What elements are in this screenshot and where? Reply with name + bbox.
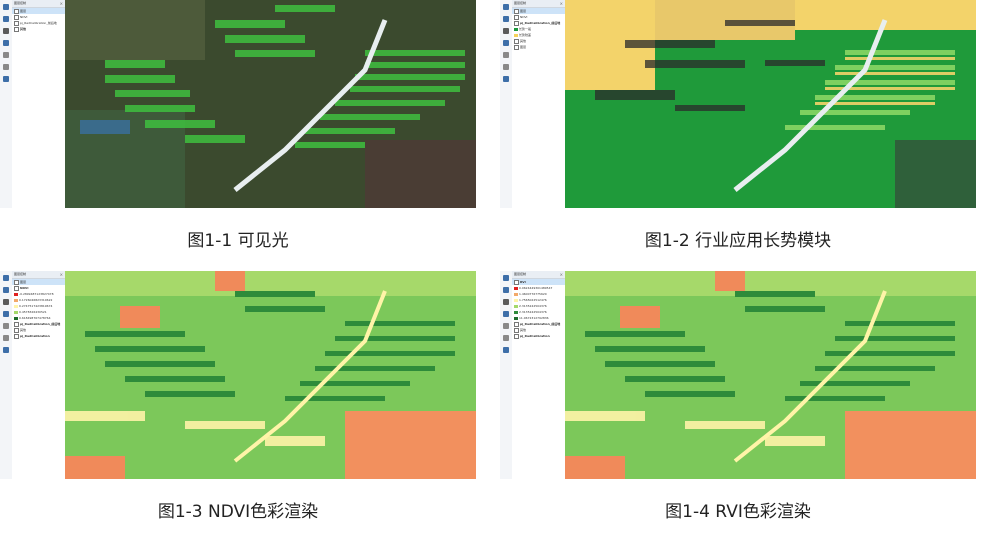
map-image [65,0,476,208]
legend-swatch [14,310,18,314]
checkbox[interactable] [514,279,519,285]
checkbox[interactable] [514,333,519,339]
panel-caption: 图1-1 可见光 [187,231,289,251]
layer-item[interactable]: pj_RadCalibration [12,333,65,339]
map-view-rvi[interactable] [565,271,976,479]
checkbox[interactable] [514,38,519,44]
legend-swatch [14,316,18,320]
layer-panel-title: 图层控制 [514,272,527,276]
checkbox[interactable] [514,321,519,327]
checkbox[interactable] [14,26,19,32]
map-image [565,0,976,208]
legend-swatch [514,292,518,296]
panel-visible-light: 图层控制 × 图层 NDVI pj_RadCalibration_前后地 其他 [0,0,476,208]
checkbox[interactable] [14,321,19,327]
checkbox[interactable] [514,20,519,26]
close-icon[interactable]: × [560,271,563,278]
legend-swatch [514,33,518,37]
checkbox[interactable] [14,333,19,339]
panel-rvi: 图层控制 × RVI 0.0624449301489547 1.46007767… [500,271,976,479]
legend-swatch [14,298,18,302]
map-image [565,271,976,479]
checkbox[interactable] [514,327,519,333]
map-view-rgb[interactable] [65,0,476,208]
map-view-ndvi[interactable] [65,271,476,479]
close-icon[interactable]: × [560,0,563,7]
legend-swatch [14,304,18,308]
legend-swatch [514,298,518,302]
checkbox[interactable] [14,327,19,333]
legend-swatch [514,316,518,320]
checkbox[interactable] [14,285,19,291]
checkbox[interactable] [14,279,19,285]
legend-swatch [514,27,518,31]
layer-control-panel: 图层控制 × RVI 0.0624449301489547 1.46007767… [512,271,566,479]
checkbox[interactable] [514,14,519,20]
legend-swatch [514,310,518,314]
layer-panel-title: 图层控制 [14,272,27,276]
map-view-classified[interactable] [565,0,976,208]
checkbox[interactable] [14,14,19,20]
panel-caption: 图1-2 行业应用长势模块 [644,231,832,251]
map-image [65,271,476,479]
close-icon[interactable]: × [60,0,63,7]
checkbox[interactable] [514,8,519,14]
layer-control-panel: 图层控制 × 图层 NDVI pj_RadCalibration_前后地 长势一… [512,0,566,208]
checkbox[interactable] [514,44,519,50]
layer-panel-title: 图层控制 [514,1,527,5]
checkbox[interactable] [14,20,19,26]
panel-ndvi: 图层控制 × 图层 NDVI -0.2899487123827478 0.172… [0,271,476,479]
layer-control-panel: 图层控制 × 图层 NDVI -0.2899487123827478 0.172… [12,271,66,479]
legend-swatch [514,286,518,290]
panel-caption: 图1-3 NDVI色彩渲染 [157,502,319,522]
checkbox[interactable] [14,8,19,14]
close-icon[interactable]: × [60,271,63,278]
layer-panel-title: 图层控制 [14,1,27,5]
layer-control-panel: 图层控制 × 图层 NDVI pj_RadCalibration_前后地 其他 [12,0,66,208]
panel-caption: 图1-4 RVI色彩渲染 [665,502,811,522]
legend-swatch [514,304,518,308]
layer-item[interactable]: 其他 [12,26,65,32]
legend-swatch [14,292,18,296]
layer-item[interactable]: 图层 [512,44,565,50]
panel-growth-module: 图层控制 × 图层 NDVI pj_RadCalibration_前后地 长势一… [500,0,976,208]
layer-item[interactable]: pj_RadCalibration [512,333,565,339]
